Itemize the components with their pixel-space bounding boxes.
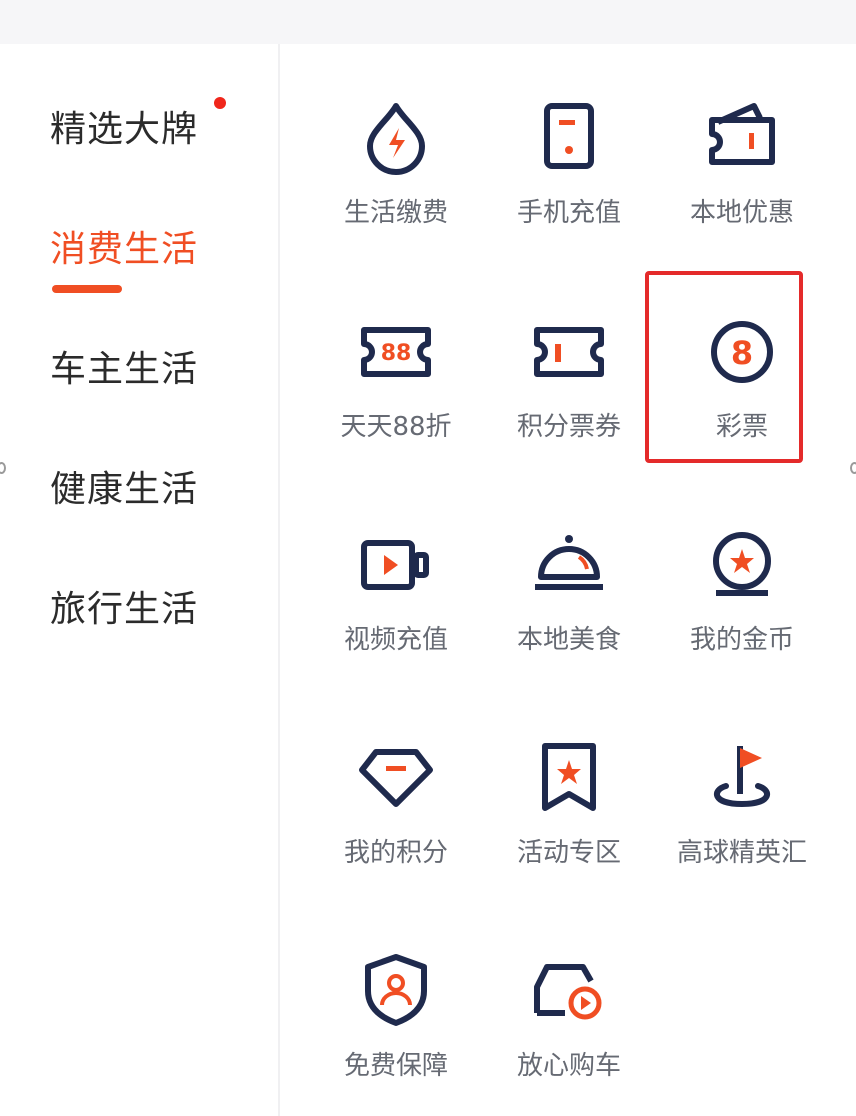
tile-label: 本地优惠 [689, 198, 794, 228]
tile-free-protection[interactable]: 免费保障 [310, 953, 482, 1103]
tile-daily-88-discount[interactable]: 88 天天88折 [310, 314, 482, 464]
tile-car-purchase[interactable]: 放心购车 [483, 953, 655, 1103]
food-cloche-icon [535, 535, 603, 590]
video-camera-icon [361, 540, 429, 590]
tile-label: 放心购车 [516, 1051, 621, 1081]
tile-events-zone[interactable]: 活动专区 [483, 740, 655, 890]
car-play-icon [534, 964, 602, 1020]
coin-star-icon [713, 532, 771, 596]
svg-text:88: 88 [381, 341, 412, 366]
active-tab-indicator [52, 285, 122, 293]
tile-bill-payment[interactable]: 生活缴费 [310, 100, 482, 250]
tile-label: 活动专区 [516, 838, 621, 868]
diamond-icon [359, 749, 433, 807]
highlight-box [645, 271, 803, 463]
tile-label: 免费保障 [343, 1051, 448, 1081]
tile-label: 高球精英汇 [676, 838, 807, 868]
water-drop-bolt-icon [367, 103, 425, 175]
tile-label: 本地美食 [516, 625, 621, 655]
shield-user-icon [365, 954, 427, 1026]
golf-flag-icon [714, 746, 770, 808]
sidebar-item-car-owner-life[interactable]: 车主生活 [50, 340, 198, 392]
tile-golf-elite[interactable]: 高球精英汇 [656, 740, 828, 890]
tile-label: 天天88折 [340, 412, 452, 442]
tile-my-points[interactable]: 我的积分 [310, 740, 482, 890]
sidebar-item-health-life[interactable]: 健康生活 [50, 460, 198, 512]
ticket-88-icon: 88 [361, 327, 431, 377]
bookmark-star-icon [542, 743, 596, 811]
wallet-icon [709, 103, 775, 165]
tile-label: 生活缴费 [343, 198, 448, 228]
edge-handle-right [850, 462, 856, 474]
tile-local-deals[interactable]: 本地优惠 [656, 100, 828, 250]
tile-points-tickets[interactable]: 积分票券 [483, 314, 655, 464]
new-badge-dot [214, 97, 226, 109]
sidebar-item-consumer-life[interactable]: 消费生活 [50, 220, 198, 272]
tile-my-coins[interactable]: 我的金币 [656, 527, 828, 677]
top-bar [0, 0, 856, 44]
tile-label: 我的金币 [689, 625, 794, 655]
tile-label: 视频充值 [343, 625, 448, 655]
tile-phone-recharge[interactable]: 手机充值 [483, 100, 655, 250]
tile-video-recharge[interactable]: 视频充值 [310, 527, 482, 677]
phone-icon [544, 103, 594, 169]
sidebar-item-featured-brands[interactable]: 精选大牌 [50, 100, 198, 152]
ticket-icon [534, 327, 604, 377]
tile-label: 我的积分 [343, 838, 448, 868]
sidebar-item-travel-life[interactable]: 旅行生活 [50, 580, 198, 632]
sidebar-divider [278, 44, 280, 1116]
tile-label: 积分票券 [516, 412, 621, 442]
tile-label: 手机充值 [516, 198, 621, 228]
tile-local-food[interactable]: 本地美食 [483, 527, 655, 677]
